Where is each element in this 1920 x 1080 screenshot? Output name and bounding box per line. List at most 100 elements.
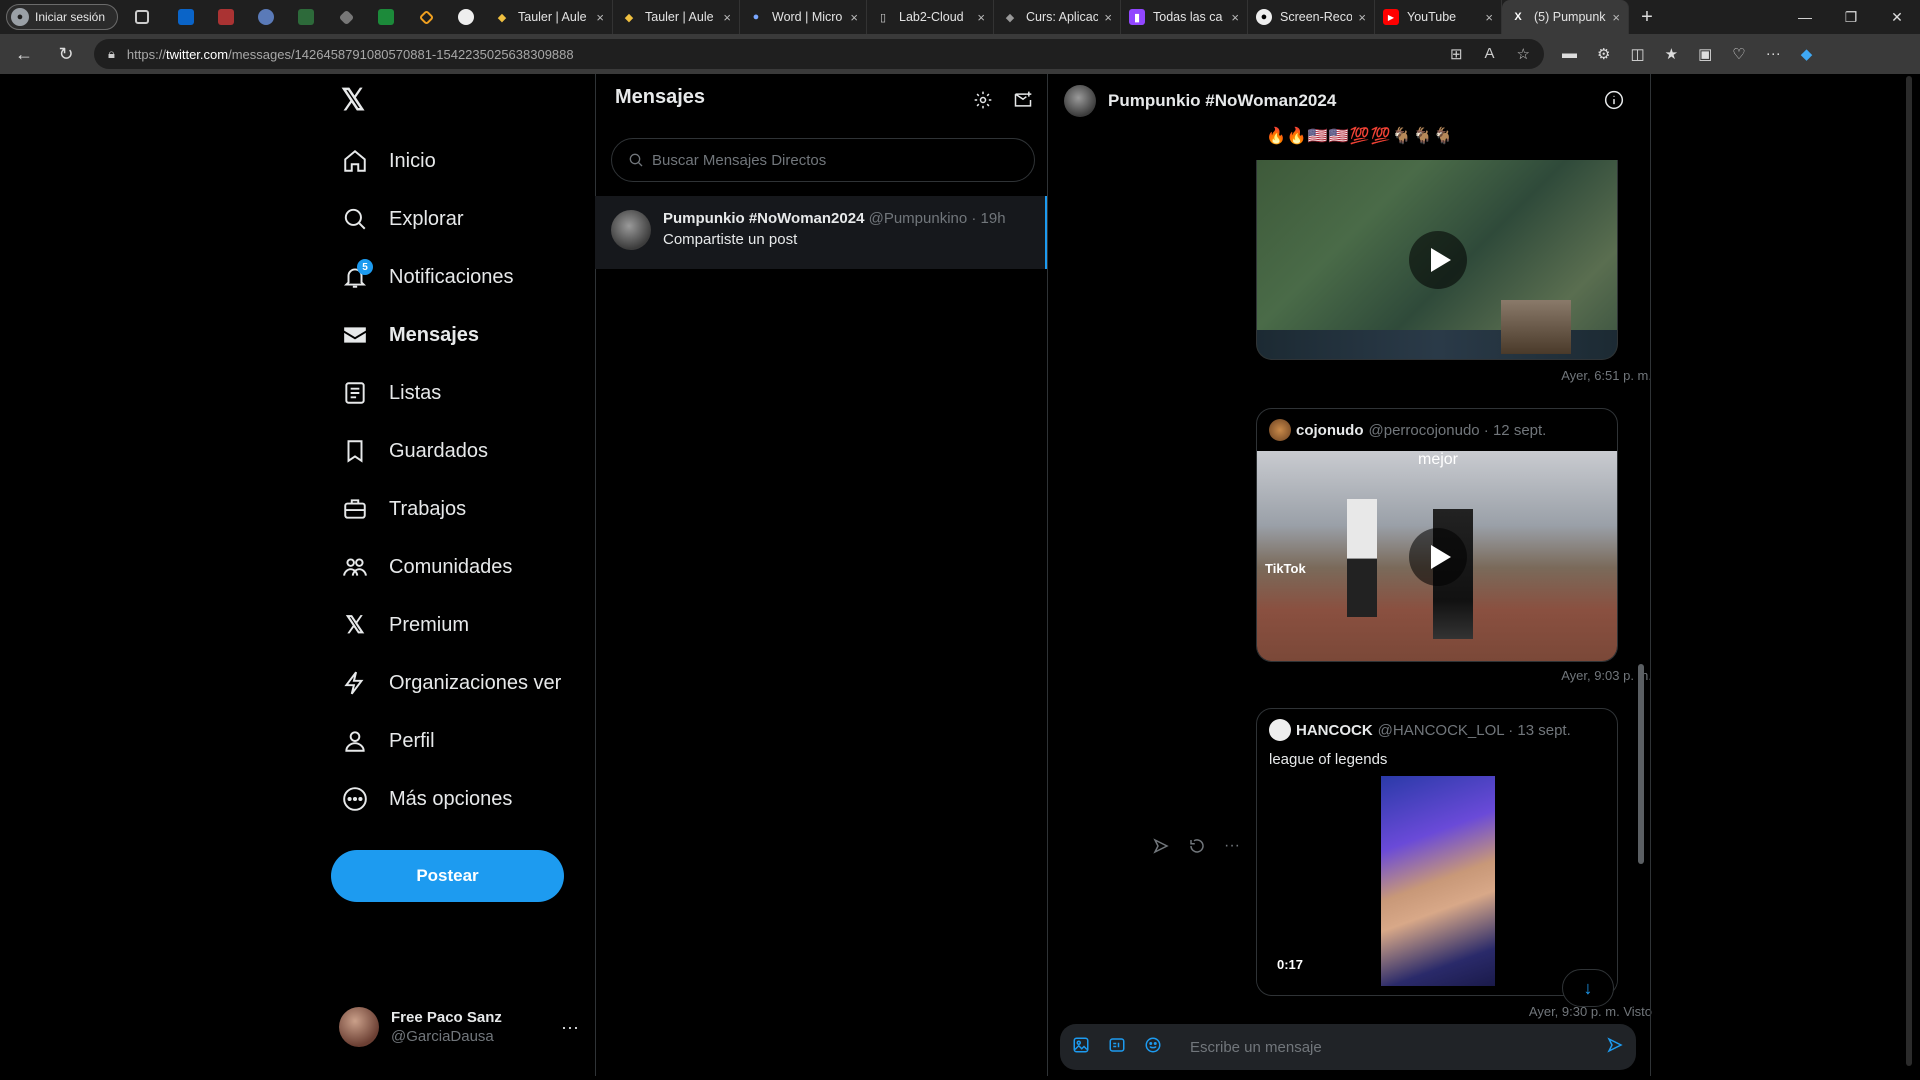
x-logo-icon: X — [1514, 11, 1522, 23]
nav-mensajes[interactable]: Mensajes — [341, 310, 479, 360]
close-tab-icon[interactable]: × — [1231, 10, 1239, 25]
browser-essentials-icon[interactable]: ♡ — [1732, 45, 1745, 63]
tab-word[interactable]: ● Word | Micro × — [740, 0, 867, 34]
favorites-icon[interactable]: ★ — [1665, 45, 1678, 63]
page-scrollbar[interactable] — [1900, 74, 1920, 1076]
restore-icon[interactable]: ❐ — [1828, 0, 1874, 34]
nav-mas-opciones[interactable]: Más opciones — [341, 774, 512, 824]
copilot-icon[interactable]: ◆ — [1801, 45, 1813, 63]
account-handle: @GarciaDausa — [391, 1028, 494, 1045]
nav-explorar[interactable]: Explorar — [341, 194, 463, 244]
nav-guardados[interactable]: Guardados — [341, 426, 488, 476]
favorite-star-icon[interactable]: ☆ — [1517, 45, 1530, 63]
send-icon[interactable] — [1606, 1036, 1624, 1058]
x-logo-icon[interactable]: 𝕏 — [341, 86, 371, 116]
post-text: league of legends — [1269, 751, 1388, 768]
close-tab-icon[interactable]: × — [1104, 10, 1112, 25]
nav-premium[interactable]: 𝕏 Premium — [341, 600, 469, 650]
notification-badge: 5 — [357, 259, 373, 275]
nav-trabajos[interactable]: Trabajos — [341, 484, 466, 534]
close-tab-icon[interactable]: × — [977, 10, 985, 25]
nav-notificaciones[interactable]: 5 Notificaciones — [341, 252, 514, 302]
message-composer[interactable]: Escribe un mensaje — [1060, 1024, 1636, 1070]
refresh-icon[interactable]: ↻ — [48, 36, 84, 72]
shared-post-card-1[interactable] — [1256, 160, 1618, 360]
settings-gear-icon[interactable] — [973, 90, 993, 115]
tab-diamond-icon[interactable] — [326, 0, 366, 34]
nav-organizaciones[interactable]: Organizaciones ver — [341, 658, 601, 708]
extension-flag-icon[interactable]: ▬ — [1562, 45, 1577, 63]
tab-green-icon[interactable] — [286, 0, 326, 34]
avatar — [339, 1007, 379, 1047]
tab-moodle-icon[interactable] — [406, 0, 446, 34]
new-message-icon[interactable] — [1013, 90, 1033, 115]
new-tab-icon[interactable]: + — [1629, 0, 1665, 34]
info-icon[interactable] — [1604, 90, 1624, 115]
image-icon[interactable] — [1072, 1036, 1090, 1058]
app-available-icon[interactable]: ⊞ — [1450, 45, 1463, 63]
profile-avatar-icon: ● — [11, 8, 29, 26]
nav-comunidades[interactable]: Comunidades — [341, 542, 512, 592]
collections-icon[interactable]: ▣ — [1698, 45, 1712, 63]
profile-label: Iniciar sesión — [35, 10, 106, 24]
tab-lab2[interactable]: ▯ Lab2-Cloud × — [867, 0, 994, 34]
nav-perfil[interactable]: Perfil — [341, 716, 435, 766]
tab-chatgpt-icon[interactable] — [446, 0, 486, 34]
split-screen-icon[interactable]: ◫ — [1630, 45, 1644, 63]
account-switcher[interactable]: Free Paco Sanz @GarciaDausa ··· — [339, 1002, 579, 1052]
share-icon[interactable] — [1152, 837, 1170, 860]
account-more-icon[interactable]: ··· — [561, 1017, 579, 1038]
video-thumbnail[interactable] — [1257, 160, 1617, 359]
back-icon[interactable]: ← — [6, 36, 42, 72]
close-tab-icon[interactable]: × — [850, 10, 858, 25]
tab-aule-2[interactable]: ◆ Tauler | Aule × — [613, 0, 740, 34]
tab-twitter-active[interactable]: X (5) Pumpunk × — [1502, 0, 1629, 34]
chat-scrollbar-thumb[interactable] — [1638, 664, 1644, 864]
nav-label: Más opciones — [389, 787, 513, 810]
shared-post-card-3[interactable]: HANCOCK @HANCOCK_LOL · 13 sept. league of… — [1256, 708, 1618, 996]
post-button[interactable]: Postear — [331, 850, 564, 902]
extensions-icon[interactable]: ⚙ — [1597, 45, 1610, 63]
chat-scrollbar[interactable] — [1636, 122, 1646, 1022]
play-icon[interactable] — [1409, 528, 1467, 586]
workspaces-icon[interactable] — [118, 0, 166, 34]
message-timestamp: Ayer, 9:03 p. m. — [1561, 668, 1652, 683]
close-tab-icon[interactable]: × — [723, 10, 731, 25]
profile-button[interactable]: ● Iniciar sesión — [6, 4, 118, 30]
tab-blue-icon[interactable] — [246, 0, 286, 34]
more-icon[interactable]: ··· — [1224, 837, 1240, 860]
nav-inicio[interactable]: Inicio — [341, 136, 436, 186]
tab-github[interactable]: ● Screen-Reco × — [1248, 0, 1375, 34]
scroll-down-icon[interactable]: ↓ — [1562, 969, 1614, 1007]
video-thumbnail[interactable]: mejor TikTok — [1257, 451, 1617, 661]
read-aloud-icon[interactable]: A — [1485, 45, 1495, 63]
emoji-icon[interactable] — [1144, 1036, 1162, 1058]
minimize-icon[interactable]: — — [1782, 0, 1828, 34]
shared-post-card-2[interactable]: cojonudo @perrocojonudo · 12 sept. mejor … — [1256, 408, 1618, 662]
nav-listas[interactable]: Listas — [341, 368, 441, 418]
search-input[interactable]: Buscar Mensajes Directos — [611, 138, 1035, 182]
tab-twitch[interactable]: ▮ Todas las ca × — [1121, 0, 1248, 34]
play-icon[interactable] — [1409, 231, 1467, 289]
tab-aule-1[interactable]: ◆ Tauler | Aule × — [486, 0, 613, 34]
tab-youtube[interactable]: ▶ YouTube × — [1375, 0, 1502, 34]
tab-green2-icon[interactable] — [366, 0, 406, 34]
tab-outlook-icon[interactable] — [166, 0, 206, 34]
close-tab-icon[interactable]: × — [1358, 10, 1366, 25]
tab-curs[interactable]: ◆ Curs: Aplicac × — [994, 0, 1121, 34]
settings-more-icon[interactable]: ··· — [1766, 45, 1781, 63]
conversation-meta: @Pumpunkino · 19h — [868, 210, 1006, 227]
page-scrollbar-thumb[interactable] — [1906, 76, 1912, 1066]
close-tab-icon[interactable]: × — [1612, 10, 1620, 25]
close-tab-icon[interactable]: × — [596, 10, 604, 25]
close-window-icon[interactable]: ✕ — [1874, 0, 1920, 34]
react-icon[interactable] — [1188, 837, 1206, 860]
tab-red-icon[interactable] — [206, 0, 246, 34]
browser-tab-bar: ● Iniciar sesión ◆ Tauler | Aule × ◆ Tauler… — [0, 0, 1920, 34]
chat-header[interactable]: Pumpunkio #NoWoman2024 — [1064, 84, 1336, 118]
video-thumbnail[interactable]: 0:17 — [1257, 776, 1617, 986]
gif-icon[interactable] — [1108, 1036, 1126, 1058]
close-tab-icon[interactable]: × — [1485, 10, 1493, 25]
address-bar[interactable]: 🔒︎ https://twitter.com/messages/14264587… — [94, 39, 1544, 69]
conversation-item[interactable]: Pumpunkio #NoWoman2024 @Pumpunkino · 19h… — [595, 196, 1047, 269]
